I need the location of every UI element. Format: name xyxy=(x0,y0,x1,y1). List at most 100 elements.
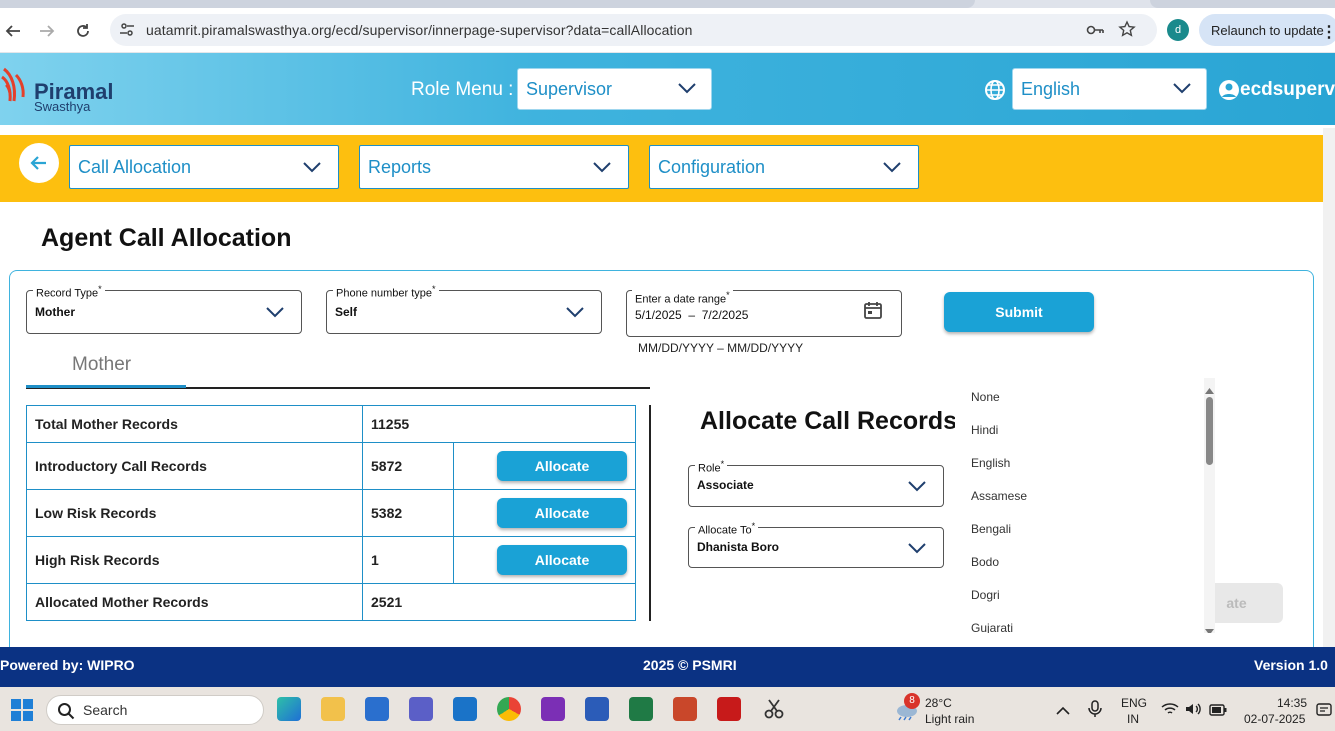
allocate-button[interactable]: Allocate xyxy=(497,451,627,481)
field-label: Allocate To* xyxy=(695,521,759,537)
menu-label: Call Allocation xyxy=(78,157,192,177)
page-scrollbar[interactable] xyxy=(1323,128,1335,647)
globe-icon xyxy=(984,79,1006,106)
record-label: Allocated Mother Records xyxy=(26,583,363,621)
search-placeholder: Search xyxy=(83,702,128,718)
allocate-button[interactable]: Allocate xyxy=(497,498,627,528)
user-avatar-icon[interactable] xyxy=(1218,79,1240,106)
page-footer: Powered by: WIPRO 2025 © PSMRI Version 1… xyxy=(0,647,1335,687)
scroll-up-arrow-icon[interactable] xyxy=(1204,382,1215,400)
submit-button[interactable]: Submit xyxy=(944,292,1094,332)
powerpoint-icon[interactable] xyxy=(673,697,697,721)
date-format-hint: MM/DD/YYYY – MM/DD/YYYY xyxy=(638,341,804,355)
edge-icon[interactable] xyxy=(277,697,301,721)
taskbar-search[interactable]: Search xyxy=(46,695,264,725)
record-value: 2521 xyxy=(362,583,636,621)
field-value: Associate xyxy=(697,478,754,492)
action-cell: Allocate xyxy=(453,442,636,490)
chevron-up-icon[interactable] xyxy=(1056,703,1070,721)
footer-version: Version 1.0 xyxy=(1254,657,1328,673)
speaker-icon[interactable] xyxy=(1185,702,1203,721)
menu-call-allocation[interactable]: Call Allocation xyxy=(69,145,339,189)
list-scrollbar-thumb[interactable] xyxy=(1206,397,1213,465)
windows-start-icon[interactable] xyxy=(10,698,34,727)
role-menu-label: Role Menu : xyxy=(411,79,514,100)
action-cell: Allocate xyxy=(453,489,636,537)
list-item[interactable]: Assamese xyxy=(971,489,1027,503)
menu-configuration[interactable]: Configuration xyxy=(649,145,919,189)
menu-label: Configuration xyxy=(658,157,766,177)
key-icon[interactable] xyxy=(1085,21,1105,44)
back-arrow-icon[interactable] xyxy=(0,18,26,44)
battery-icon[interactable] xyxy=(1209,703,1227,721)
snipping-tool-icon[interactable] xyxy=(762,697,786,726)
clock-time[interactable]: 14:35 xyxy=(1277,696,1307,710)
outlook-icon[interactable] xyxy=(453,697,477,721)
footer-copyright: 2025 © PSMRI xyxy=(643,657,737,673)
date-range-input[interactable]: Enter a date range* 5/1/2025 – 7/2/2025 xyxy=(626,290,902,337)
list-item[interactable]: Dogri xyxy=(971,588,1000,602)
action-cell: Allocate xyxy=(453,536,636,584)
menu-label: Reports xyxy=(368,157,432,177)
input-language[interactable]: ENG xyxy=(1121,696,1147,710)
menu-reports[interactable]: Reports xyxy=(359,145,629,189)
chevron-down-icon xyxy=(266,307,284,318)
phone-type-select[interactable]: Phone number type* Self xyxy=(326,284,602,334)
browser-toolbar: uatamrit.piramalswasthya.org/ecd/supervi… xyxy=(0,8,1335,53)
piramal-logo-icon xyxy=(0,65,34,115)
excel-icon[interactable] xyxy=(629,697,653,721)
list-item[interactable]: Bengali xyxy=(971,522,1011,536)
field-value: Mother xyxy=(35,305,75,319)
microphone-icon[interactable] xyxy=(1088,700,1102,723)
allocate-to-select[interactable]: Allocate To* Dhanista Boro xyxy=(688,521,944,568)
list-item[interactable]: Gujarati xyxy=(971,621,1013,633)
user-name[interactable]: ecdsupervis xyxy=(1240,79,1335,101)
word-icon[interactable] xyxy=(585,697,609,721)
language-options-list[interactable]: None Hindi English Assamese Bengali Bodo… xyxy=(955,378,1215,633)
acrobat-icon[interactable] xyxy=(717,697,741,721)
teams-icon[interactable] xyxy=(409,697,433,721)
record-type-select[interactable]: Record Type* Mother xyxy=(26,284,302,334)
allocate-section-title: Allocate Call Records xyxy=(700,407,958,435)
back-button[interactable] xyxy=(19,143,59,183)
language-select-value: English xyxy=(1021,79,1081,99)
browser-tab[interactable] xyxy=(0,0,975,8)
role-select-value: Supervisor xyxy=(526,79,613,99)
footer-powered-by: Powered by: WIPRO xyxy=(0,657,135,673)
relaunch-button[interactable]: Relaunch to update xyxy=(1199,14,1335,46)
tab-mother[interactable]: Mother xyxy=(72,354,131,376)
language-select[interactable]: English xyxy=(1012,68,1207,110)
table-row: Allocated Mother Records 2521 xyxy=(26,583,636,621)
chevron-down-icon xyxy=(593,162,611,173)
onenote-icon[interactable] xyxy=(541,697,565,721)
record-value: 11255 xyxy=(362,405,636,443)
date-range-value[interactable]: 5/1/2025 – 7/2/2025 xyxy=(635,308,748,322)
field-label: Enter a date range* xyxy=(632,290,733,306)
clock-date[interactable]: 02-07-2025 xyxy=(1244,712,1305,726)
browser-tab-right[interactable] xyxy=(1150,0,1335,8)
scroll-down-arrow-icon[interactable] xyxy=(1204,623,1215,633)
file-explorer-icon[interactable] xyxy=(321,697,345,721)
allocate-button[interactable]: Allocate xyxy=(497,545,627,575)
site-info-icon[interactable] xyxy=(118,21,136,44)
more-menu-icon[interactable]: ⋮ xyxy=(1321,22,1335,42)
chrome-icon[interactable] xyxy=(497,697,521,721)
profile-avatar[interactable]: d xyxy=(1167,19,1189,41)
forward-arrow-icon[interactable] xyxy=(34,18,60,44)
chevron-down-icon xyxy=(566,307,584,318)
list-item[interactable]: English xyxy=(971,456,1010,470)
list-item[interactable]: Bodo xyxy=(971,555,999,569)
reload-icon[interactable] xyxy=(70,18,96,44)
calendar-icon[interactable] xyxy=(863,300,883,325)
role-select[interactable]: Supervisor xyxy=(517,68,712,110)
notification-icon[interactable] xyxy=(1316,702,1332,723)
tab-active-indicator xyxy=(26,385,186,388)
arrow-left-icon xyxy=(30,156,46,170)
wifi-icon[interactable] xyxy=(1161,702,1179,721)
address-bar[interactable]: uatamrit.piramalswasthya.org/ecd/supervi… xyxy=(110,14,1157,46)
star-icon[interactable] xyxy=(1118,20,1136,43)
list-item[interactable]: Hindi xyxy=(971,423,998,437)
list-item[interactable]: None xyxy=(971,390,1000,404)
role-field-select[interactable]: Role* Associate xyxy=(688,459,944,507)
store-icon[interactable] xyxy=(365,697,389,721)
